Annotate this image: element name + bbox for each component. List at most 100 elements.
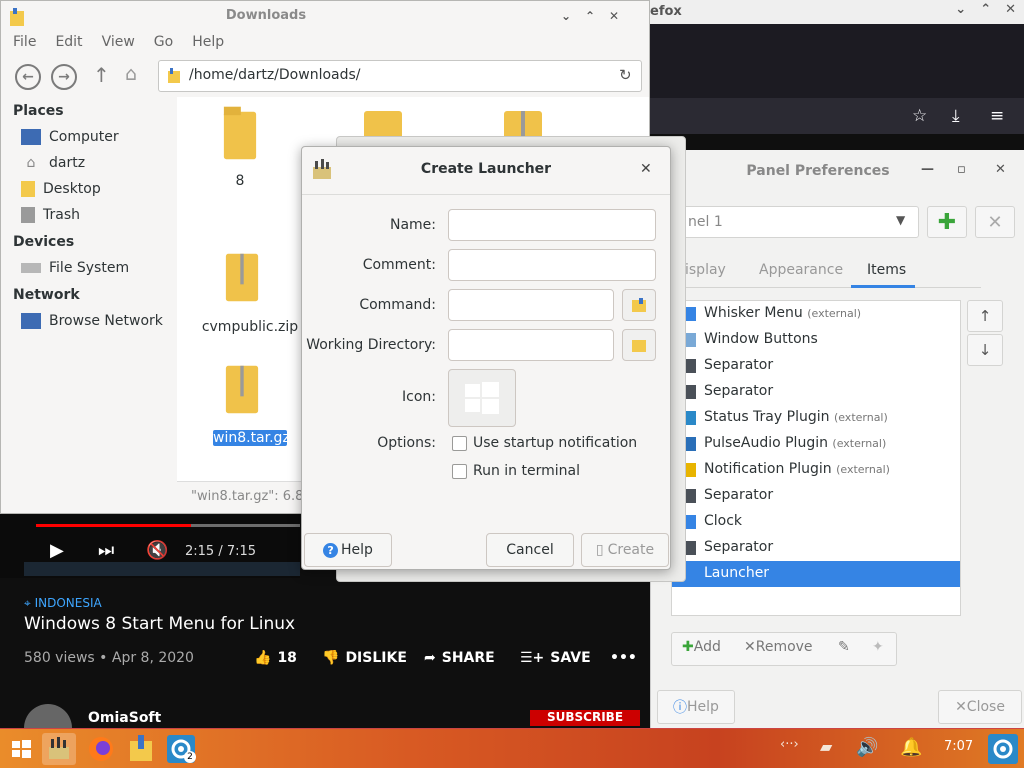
minimize-button[interactable]: ⌄: [561, 9, 571, 23]
startup-notification-checkbox[interactable]: Use startup notification: [452, 435, 637, 451]
icon-picker-button[interactable]: [448, 369, 516, 427]
add-item-button[interactable]: ✚Add: [682, 639, 721, 655]
directory-browse-button[interactable]: [622, 329, 656, 361]
clock[interactable]: 7:07: [944, 739, 973, 754]
video-location[interactable]: ⌖ INDONESIA: [24, 596, 102, 611]
share-button[interactable]: ➦ SHARE: [424, 650, 495, 666]
file-label-cvmpublic[interactable]: cvmpublic.zip: [197, 319, 303, 335]
list-item[interactable]: Clock: [672, 509, 960, 535]
file-label-win8-selected[interactable]: win8.tar.gz: [213, 430, 290, 446]
list-item[interactable]: Separator: [672, 353, 960, 379]
menu-help[interactable]: Help: [192, 34, 224, 50]
list-item[interactable]: Launcher: [672, 561, 960, 587]
taskbar-file-manager[interactable]: [124, 733, 158, 765]
add-panel-button[interactable]: ✚: [927, 206, 967, 238]
list-item[interactable]: Status Tray Plugin (external): [672, 405, 960, 431]
list-item[interactable]: Notification Plugin (external): [672, 457, 960, 483]
sidebar-item-computer[interactable]: Computer: [21, 129, 119, 145]
zip-archive-icon[interactable]: [502, 105, 544, 139]
menu-view[interactable]: View: [102, 34, 135, 50]
location-bar[interactable]: /home/dartz/Downloads/ ↻: [158, 60, 642, 92]
play-icon[interactable]: ▶: [50, 540, 64, 561]
bookmark-star-icon[interactable]: ☆: [912, 106, 936, 128]
maximize-button[interactable]: ⌃: [585, 9, 595, 23]
volume-tray-icon[interactable]: 🔊: [856, 737, 878, 758]
taskbar-show-desktop[interactable]: [986, 732, 1020, 764]
folder-icon[interactable]: [219, 105, 261, 161]
tab-appearance[interactable]: Appearance: [759, 262, 843, 278]
more-actions-button[interactable]: •••: [610, 650, 637, 666]
like-button[interactable]: 👍 18: [254, 650, 297, 666]
list-item[interactable]: PulseAudio Plugin (external): [672, 431, 960, 457]
remove-panel-button[interactable]: ✕: [975, 206, 1015, 238]
minimize-button[interactable]: —: [921, 162, 934, 177]
storage-tray-icon[interactable]: ▰: [820, 737, 832, 756]
sidebar-item-trash[interactable]: Trash: [21, 207, 80, 223]
checkbox-box[interactable]: [452, 435, 467, 451]
command-browse-button[interactable]: [622, 289, 656, 321]
close-button[interactable]: ✕: [995, 162, 1006, 177]
channel-name[interactable]: OmiaSoft: [88, 710, 161, 726]
list-item[interactable]: Separator: [672, 483, 960, 509]
firefox-minimize-button[interactable]: ⌄: [955, 2, 966, 17]
zip-archive-icon[interactable]: [221, 359, 263, 415]
close-button[interactable]: ✕: [609, 9, 619, 23]
subscribe-button[interactable]: SUBSCRIBE: [530, 710, 640, 726]
tab-display[interactable]: isplay: [685, 262, 726, 278]
close-icon[interactable]: ✕: [640, 161, 652, 177]
run-in-terminal-checkbox[interactable]: Run in terminal: [452, 463, 580, 479]
taskbar-settings[interactable]: 2: [164, 733, 198, 765]
menu-file[interactable]: File: [13, 34, 36, 50]
sidebar-item-filesystem[interactable]: File System: [21, 260, 129, 276]
firefox-maximize-button[interactable]: ⌃: [980, 2, 991, 17]
menu-go[interactable]: Go: [154, 34, 173, 50]
next-icon[interactable]: ⏭: [98, 540, 114, 561]
back-icon[interactable]: ←: [15, 64, 41, 90]
reload-icon[interactable]: ↻: [619, 66, 632, 84]
forward-icon[interactable]: →: [51, 64, 77, 90]
cancel-button[interactable]: Cancel: [486, 533, 574, 567]
save-button[interactable]: ☰+ SAVE: [520, 650, 591, 666]
create-button[interactable]: ▯ Create: [581, 533, 669, 567]
taskbar-launcher-app[interactable]: [42, 733, 76, 765]
help-button[interactable]: ⓘ Help: [657, 690, 735, 724]
list-item[interactable]: Window Buttons: [672, 327, 960, 353]
command-input[interactable]: [448, 289, 614, 321]
home-icon[interactable]: ⌂: [125, 63, 137, 85]
move-up-button[interactable]: ↑: [967, 300, 1003, 332]
firefox-close-button[interactable]: ✕: [1005, 2, 1016, 17]
about-item-icon[interactable]: ✦: [872, 639, 884, 655]
dislike-button[interactable]: 👎 DISLIKE: [322, 650, 407, 666]
taskbar-firefox[interactable]: [84, 733, 118, 765]
sidebar-item-browse-network[interactable]: Browse Network: [21, 313, 163, 329]
menu-edit[interactable]: Edit: [55, 34, 82, 50]
sidebar-item-home[interactable]: ⌂ dartz: [21, 155, 86, 171]
panel-select[interactable]: nel 1 ▼: [671, 206, 919, 238]
menu-icon[interactable]: ≡: [990, 106, 1014, 128]
name-input[interactable]: [448, 209, 656, 241]
working-directory-input[interactable]: [448, 329, 614, 361]
maximize-button[interactable]: ▫: [957, 162, 966, 177]
close-dialog-button[interactable]: ✕ Close: [938, 690, 1022, 724]
download-icon[interactable]: ⤓: [952, 106, 976, 128]
channel-avatar[interactable]: [24, 704, 72, 728]
list-item[interactable]: Separator: [672, 535, 960, 561]
edit-item-icon[interactable]: ✎: [838, 639, 850, 655]
list-item[interactable]: Whisker Menu (external): [672, 301, 960, 327]
help-button[interactable]: ? Help: [304, 533, 392, 567]
list-item[interactable]: Separator: [672, 379, 960, 405]
checkbox-box[interactable]: [452, 463, 467, 479]
tab-items[interactable]: Items: [867, 262, 906, 278]
comment-input[interactable]: [448, 249, 656, 281]
notification-bell-icon[interactable]: 🔔: [900, 737, 922, 758]
remove-item-button[interactable]: ✕Remove: [744, 639, 813, 655]
sidebar-item-desktop[interactable]: Desktop: [21, 181, 101, 197]
mute-icon[interactable]: 🔇: [146, 540, 168, 561]
start-menu-button[interactable]: [4, 733, 38, 765]
folder-icon[interactable]: [362, 105, 404, 139]
file-label-8[interactable]: 8: [219, 173, 261, 189]
zip-archive-icon[interactable]: [221, 247, 263, 303]
up-icon[interactable]: ↑: [93, 63, 110, 87]
network-tray-icon[interactable]: ‹··›: [780, 737, 799, 752]
move-down-button[interactable]: ↓: [967, 334, 1003, 366]
